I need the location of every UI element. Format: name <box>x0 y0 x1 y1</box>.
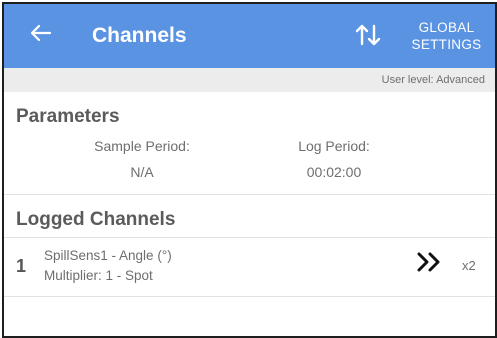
arrow-left-icon <box>30 24 52 42</box>
user-level-bar: User level: Advanced <box>4 68 495 92</box>
log-period-label: Log Period: <box>298 138 370 154</box>
channel-index: 1 <box>16 256 27 276</box>
sample-period-value: N/A <box>130 164 154 180</box>
channel-expand-button[interactable] <box>416 250 444 274</box>
parameters-heading: Parameters <box>16 106 120 127</box>
app-bar: Channels GLOBAL SETTINGS <box>4 4 495 68</box>
sample-period-label: Sample Period: <box>94 138 190 154</box>
back-button[interactable] <box>26 18 56 48</box>
global-settings-button[interactable]: GLOBAL SETTINGS <box>404 19 489 53</box>
list-divider-bottom <box>4 296 495 297</box>
global-settings-label-line1: GLOBAL <box>418 20 475 35</box>
page-title: Channels <box>92 24 187 47</box>
app-window: Channels GLOBAL SETTINGS User level: Adv… <box>2 2 497 338</box>
channel-list-item[interactable]: 1 SpillSens1 - Angle (°) Multiplier: 1 -… <box>4 238 495 296</box>
channel-name: SpillSens1 - Angle (°) <box>44 248 172 263</box>
section-divider <box>4 194 495 195</box>
parameters-grid: Sample Period: N/A Log Period: 00:02:00 <box>4 130 495 194</box>
log-period-value: 00:02:00 <box>306 164 362 180</box>
double-chevron-right-icon <box>417 252 440 272</box>
channel-multiplier: Multiplier: 1 - Spot <box>44 268 153 283</box>
global-settings-label-line2: SETTINGS <box>411 37 482 52</box>
sort-arrows-icon <box>355 24 381 46</box>
sort-button[interactable] <box>353 20 383 50</box>
logged-channels-heading: Logged Channels <box>16 209 176 230</box>
channel-count: x2 <box>462 258 476 273</box>
